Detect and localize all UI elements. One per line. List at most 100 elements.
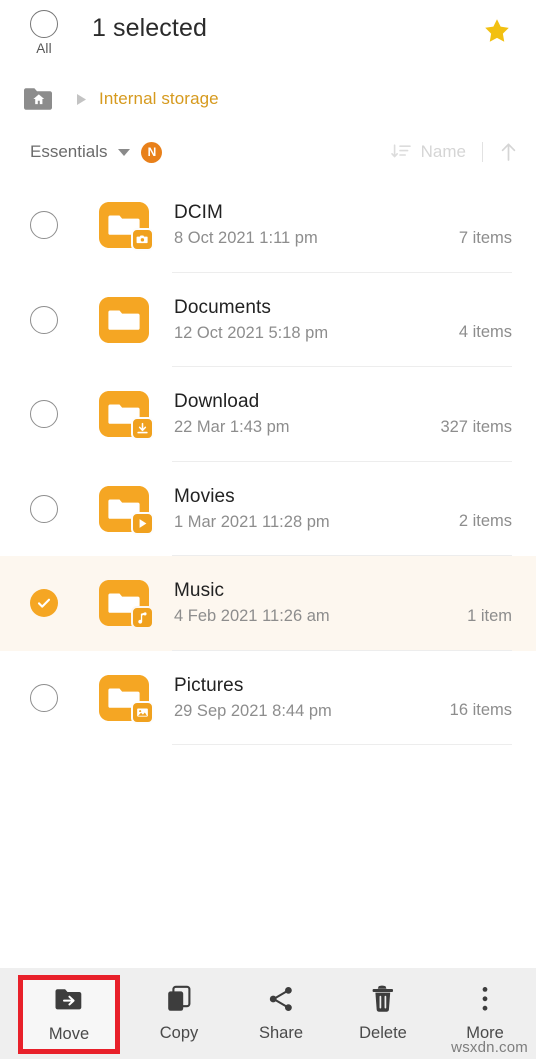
file-date: 8 Oct 2021 1:11 pm xyxy=(174,229,318,248)
row-text: Download 22 Mar 1:43 pm xyxy=(152,391,440,437)
move-folder-icon xyxy=(54,985,84,1015)
favorite-star-button[interactable] xyxy=(476,8,518,50)
more-vertical-icon xyxy=(482,987,488,1011)
row-checkbox[interactable] xyxy=(18,400,70,429)
image-icon xyxy=(137,708,148,717)
row-text: Pictures 29 Sep 2021 8:44 pm xyxy=(152,675,450,721)
file-row[interactable]: Movies 1 Mar 2021 11:28 pm 2 items xyxy=(0,462,536,556)
folder-type-badge xyxy=(131,606,154,630)
filter-sort-bar: Essentials N Name xyxy=(0,126,536,178)
trash-icon xyxy=(370,984,396,1014)
row-checkbox-unchecked-icon xyxy=(30,683,58,712)
chevron-down-icon xyxy=(118,148,131,156)
row-checkbox-unchecked-icon xyxy=(30,211,58,240)
folder-icon xyxy=(99,296,149,343)
select-all-circle-icon xyxy=(30,10,58,38)
toolbar-share-button[interactable]: Share xyxy=(230,968,332,1059)
filter-label: Essentials xyxy=(30,142,108,161)
notification-badge: N xyxy=(141,141,163,163)
arrow-up-icon[interactable] xyxy=(499,141,518,163)
folder-type-badge xyxy=(131,700,154,724)
file-row[interactable]: DCIM 8 Oct 2021 1:11 pm 7 items xyxy=(0,178,536,273)
file-name: Movies xyxy=(174,485,235,507)
copy-icon xyxy=(168,985,191,1011)
file-name: Download xyxy=(174,391,260,413)
selection-header: All 1 selected xyxy=(0,0,536,72)
folder-thumbnail xyxy=(96,577,154,630)
music-note-icon xyxy=(138,612,147,624)
file-date: 22 Mar 1:43 pm xyxy=(174,418,290,437)
file-name: DCIM xyxy=(174,202,223,224)
file-name: Pictures xyxy=(174,674,244,696)
star-icon xyxy=(485,19,509,42)
sort-label: Name xyxy=(420,142,466,161)
file-row[interactable]: Documents 12 Oct 2021 5:18 pm 4 items xyxy=(0,273,536,367)
breadcrumb: Internal storage xyxy=(0,72,536,126)
row-text: Movies 1 Mar 2021 11:28 pm xyxy=(152,486,459,532)
row-checkbox[interactable] xyxy=(18,305,70,334)
sort-icon xyxy=(390,144,411,158)
folder-type-badge xyxy=(131,417,154,441)
divider xyxy=(482,142,483,162)
more-vertical-icon xyxy=(480,984,490,1014)
row-checkbox[interactable] xyxy=(18,494,70,523)
file-manager-screen: All 1 selected Internal storage Essentia… xyxy=(0,0,536,1059)
folder-thumbnail xyxy=(96,199,154,252)
trash-icon xyxy=(372,985,393,1012)
filter-dropdown[interactable]: Essentials N xyxy=(30,141,163,163)
row-text: Music 4 Feb 2021 11:26 am xyxy=(152,580,467,626)
row-checkbox[interactable] xyxy=(18,211,70,240)
copy-icon xyxy=(166,984,192,1014)
breadcrumb-separator xyxy=(76,93,87,106)
action-toolbar: Move Copy Share Delete More wsxdn.com xyxy=(0,968,536,1059)
triangle-right-icon xyxy=(77,93,86,105)
file-list: DCIM 8 Oct 2021 1:11 pm 7 items Documents 12… xyxy=(0,178,536,968)
row-checkbox-unchecked-icon xyxy=(30,494,58,523)
row-checkbox-checked-icon xyxy=(30,589,58,618)
row-checkbox[interactable] xyxy=(18,589,70,618)
file-item-count: 1 item xyxy=(467,606,512,625)
file-item-count: 16 items xyxy=(449,701,512,720)
toolbar-move-button[interactable]: Move xyxy=(18,975,120,1054)
download-icon xyxy=(137,423,148,434)
play-icon xyxy=(139,518,147,528)
file-date: 1 Mar 2021 11:28 pm xyxy=(174,512,330,531)
file-row[interactable]: Music 4 Feb 2021 11:26 am 1 item xyxy=(0,556,536,651)
share-icon xyxy=(269,987,292,1011)
select-all-checkbox[interactable]: All xyxy=(18,8,70,56)
row-text: Documents 12 Oct 2021 5:18 pm xyxy=(152,297,459,343)
toolbar-label: Move xyxy=(48,1025,90,1043)
file-item-count: 7 items xyxy=(458,228,512,247)
row-checkbox[interactable] xyxy=(18,683,70,712)
home-folder-icon xyxy=(24,88,52,110)
toolbar-copy-button[interactable]: Copy xyxy=(128,968,230,1059)
folder-thumbnail xyxy=(96,294,152,346)
folder-type-badge xyxy=(131,228,154,252)
file-date: 12 Oct 2021 5:18 pm xyxy=(174,323,329,342)
file-item-count: 2 items xyxy=(458,512,512,531)
row-text: DCIM 8 Oct 2021 1:11 pm xyxy=(152,202,459,248)
folder-thumbnail xyxy=(96,672,154,724)
folder-type-badge xyxy=(131,511,154,535)
camera-icon xyxy=(136,235,148,244)
share-icon xyxy=(267,984,295,1014)
toolbar-delete-button[interactable]: Delete xyxy=(332,968,434,1059)
toolbar-label: Delete xyxy=(359,1024,407,1042)
file-row[interactable]: Pictures 29 Sep 2021 8:44 pm 16 items xyxy=(0,651,536,745)
page-title: 1 selected xyxy=(92,14,207,42)
toolbar-label: Share xyxy=(258,1024,304,1042)
file-date: 29 Sep 2021 8:44 pm xyxy=(174,701,332,720)
breadcrumb-path-label[interactable]: Internal storage xyxy=(99,89,219,109)
folder-thumbnail xyxy=(96,388,154,441)
file-date: 4 Feb 2021 11:26 am xyxy=(174,607,330,626)
check-icon xyxy=(37,599,51,608)
row-checkbox-unchecked-icon xyxy=(30,305,58,334)
toolbar-label: Copy xyxy=(159,1024,199,1042)
select-all-label: All xyxy=(36,41,52,56)
row-checkbox-unchecked-icon xyxy=(30,400,58,429)
file-item-count: 327 items xyxy=(440,417,512,436)
breadcrumb-home-button[interactable] xyxy=(18,82,60,116)
sort-controls[interactable]: Name xyxy=(390,141,518,163)
watermark: wsxdn.com xyxy=(451,1039,528,1056)
file-row[interactable]: Download 22 Mar 1:43 pm 327 items xyxy=(0,367,536,462)
